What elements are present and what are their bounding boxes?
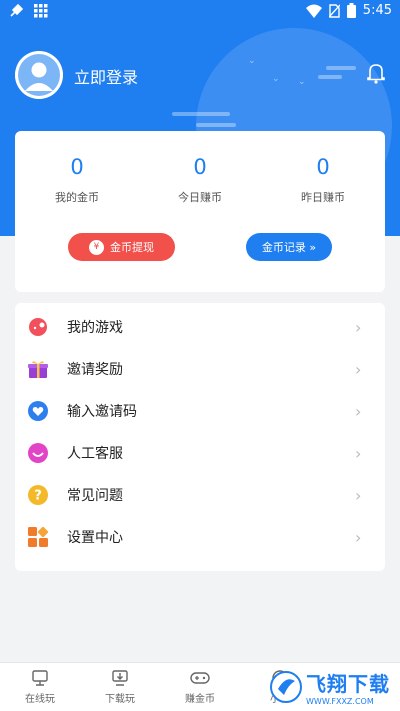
nav-tab-online-play[interactable]: 在线玩: [10, 669, 70, 705]
nav-tab-earn-coins[interactable]: 赚金币: [170, 669, 230, 705]
game-icon: [29, 318, 47, 336]
menu-label: 设置中心: [67, 530, 123, 546]
watermark-subtext: WWW.FXXZ.COM: [306, 697, 374, 706]
yen-icon: ¥: [89, 239, 104, 255]
menu-label: 常见问题: [67, 488, 123, 504]
menu-item-settings[interactable]: 设置中心 ›: [15, 516, 385, 558]
menu-item-customer-service[interactable]: 人工客服 ›: [15, 432, 385, 474]
download-icon: [112, 670, 128, 686]
menu-label: 输入邀请码: [67, 404, 137, 420]
bell-icon[interactable]: [366, 62, 386, 84]
menu-item-my-games[interactable]: 我的游戏 ›: [15, 306, 385, 348]
smile-icon: [28, 443, 48, 463]
menu-item-enter-invite-code[interactable]: 输入邀请码 ›: [15, 390, 385, 432]
chevron-right-icon: ›: [355, 359, 362, 379]
status-bar: 5:45: [0, 0, 400, 24]
apps-grid-icon: [34, 4, 48, 18]
battery-icon: [346, 3, 356, 18]
menu-label: 人工客服: [67, 446, 123, 462]
broom-icon: [10, 3, 24, 17]
menu-item-invite-reward[interactable]: 邀请奖励 ›: [15, 348, 385, 390]
stat-label: 我的金币: [55, 191, 99, 204]
wifi-icon: [305, 4, 322, 18]
avatar[interactable]: [15, 51, 63, 99]
stat-yesterday-earned: 0 昨日赚币: [263, 155, 383, 205]
nav-label: 下载玩: [105, 694, 135, 705]
stat-value: 0: [316, 155, 330, 179]
menu-card: 我的游戏 › 邀请奖励 › 输入邀请码 › 人工客服 › ? 常见问题 › 设置…: [15, 303, 385, 571]
nav-label: 赚金币: [185, 694, 215, 705]
nav-label: 在线玩: [25, 694, 55, 705]
nav-tab-download-play[interactable]: 下载玩: [90, 669, 150, 705]
decorative-cloud-line: [172, 112, 230, 116]
menu-label: 我的游戏: [67, 320, 123, 336]
decorative-bird: ⌄: [248, 56, 256, 66]
chevron-right-icon: ›: [355, 401, 362, 421]
heart-icon: [28, 401, 48, 421]
gift-icon: [28, 361, 48, 378]
svg-text:?: ?: [34, 489, 42, 504]
chevron-right-icon: ›: [355, 527, 362, 547]
stat-label: 今日赚币: [178, 191, 222, 204]
stat-value: 0: [193, 155, 207, 179]
gamepad-icon: [190, 672, 210, 684]
watermark-text: 飞翔下载: [306, 672, 390, 696]
decorative-cloud-line: [196, 123, 236, 127]
user-avatar-icon: [15, 51, 63, 99]
decorative-bird: ⌄: [272, 74, 280, 84]
question-icon: ?: [28, 485, 48, 505]
watermark-logo-icon: [270, 671, 302, 703]
status-time: 5:45: [362, 3, 392, 18]
monitor-icon: [32, 670, 48, 686]
stat-value: 0: [70, 155, 84, 179]
menu-label: 邀请奖励: [67, 362, 123, 378]
decorative-bird: ⌄: [298, 77, 306, 87]
login-link[interactable]: 立即登录: [74, 64, 138, 88]
coin-record-button[interactable]: 金币记录 »: [246, 233, 332, 261]
no-sim-icon: [328, 3, 340, 18]
stat-my-coins: 0 我的金币: [17, 155, 137, 205]
settings-grid-icon: [28, 526, 49, 547]
chevron-right-icon: ›: [355, 485, 362, 505]
decorative-cloud-line: [318, 75, 342, 79]
coin-card: 0 我的金币 0 今日赚币 0 昨日赚币 ¥ 金币提现 金币记录 »: [15, 131, 385, 292]
chevron-right-icon: ›: [355, 317, 362, 337]
watermark-logo: 飞翔下载 WWW.FXXZ.COM: [270, 664, 398, 710]
withdraw-label: 金币提现: [110, 241, 154, 254]
stat-today-earned: 0 今日赚币: [140, 155, 260, 205]
menu-item-faq[interactable]: ? 常见问题 ›: [15, 474, 385, 516]
withdraw-button[interactable]: ¥ 金币提现: [68, 233, 175, 261]
stat-label: 昨日赚币: [301, 191, 345, 204]
decorative-cloud-line: [326, 66, 356, 70]
chevron-right-icon: ›: [355, 443, 362, 463]
